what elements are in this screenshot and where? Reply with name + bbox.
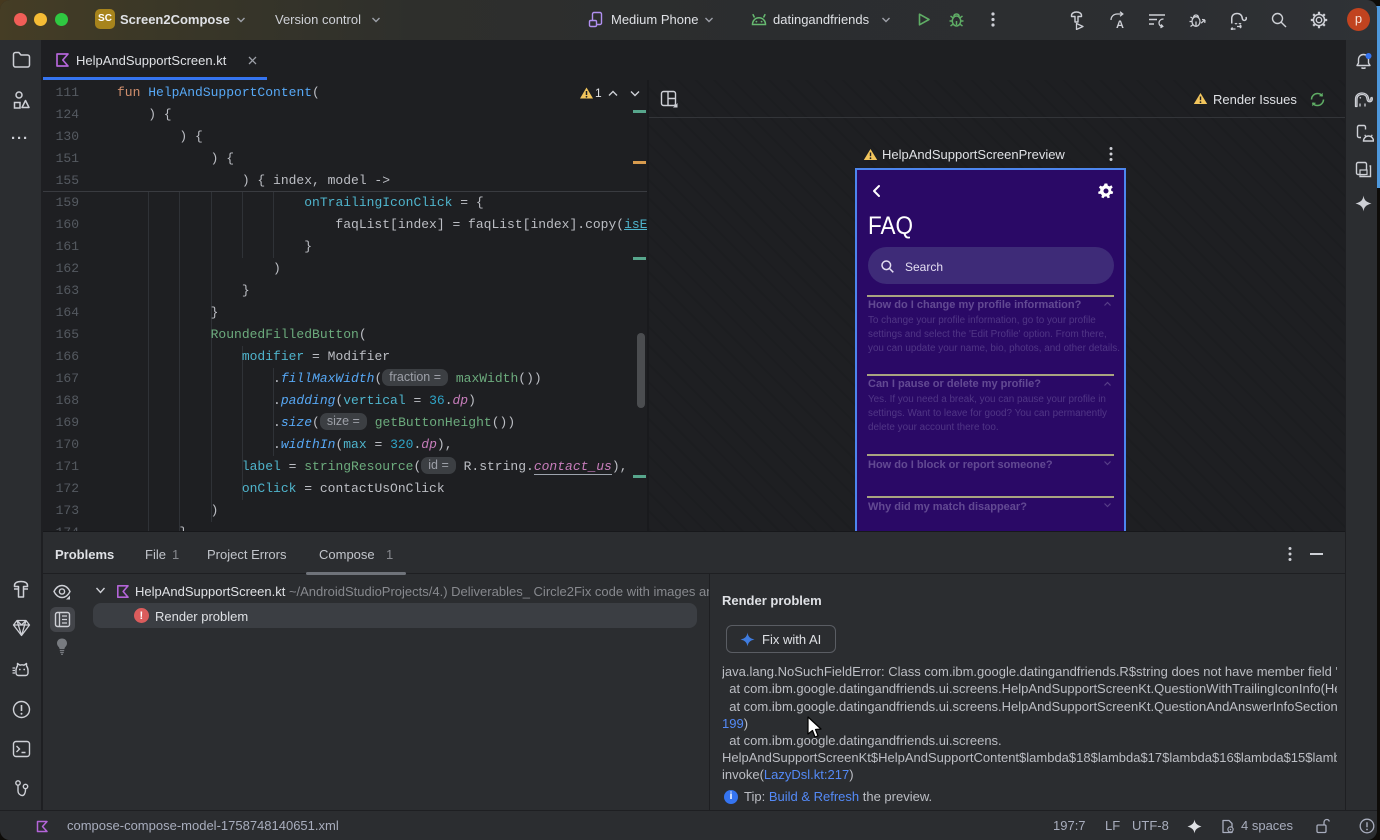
svg-text:A: A [1116,19,1124,30]
